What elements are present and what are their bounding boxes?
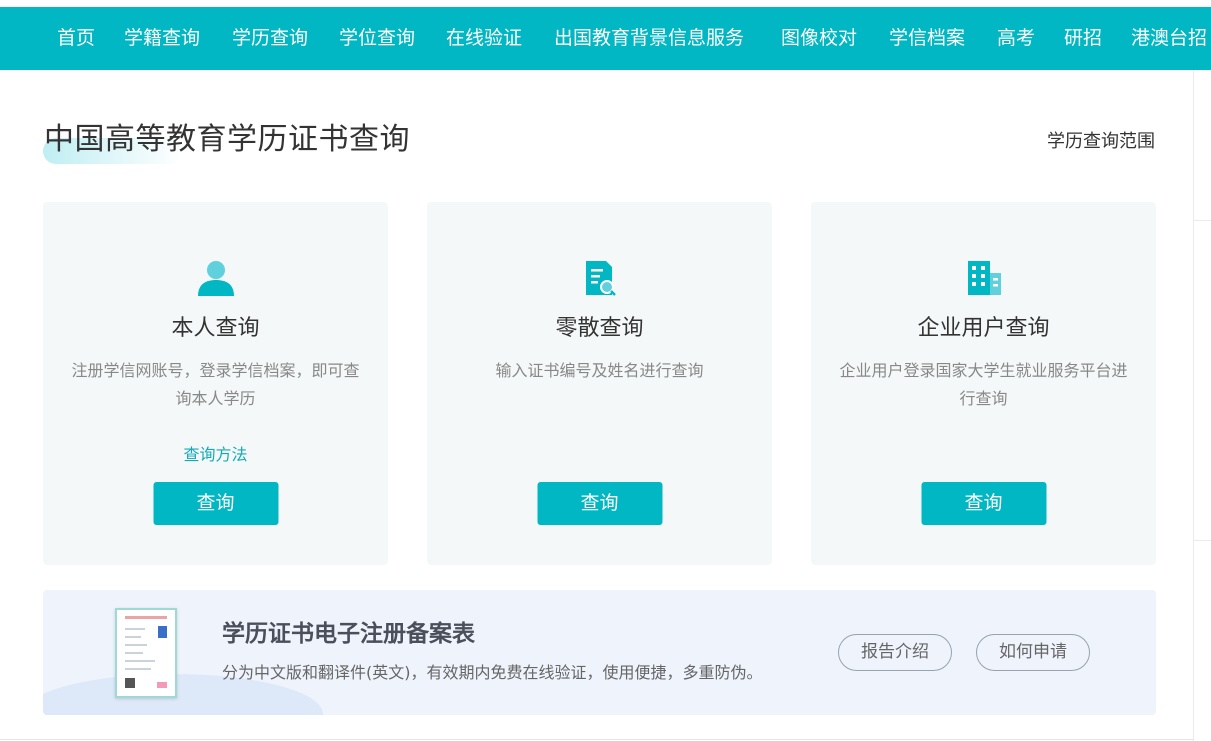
card-single-query: 零散查询 输入证书编号及姓名进行查询 查询 (427, 202, 772, 565)
self-query-button[interactable]: 查询 (153, 482, 278, 525)
banner-description: 分为中文版和翻译件(英文)，有效期内免费在线验证，使用便捷，多重防伪。 (222, 663, 763, 682)
nav-item-overseas-edu[interactable]: 出国教育背景信息服务 (554, 7, 744, 70)
certificate-thumbnail (115, 608, 177, 698)
side-divider (1194, 540, 1211, 541)
nav-item-online-verify[interactable]: 在线验证 (446, 7, 522, 70)
nav-item-student-status[interactable]: 学籍查询 (124, 7, 200, 70)
card-description: 注册学信网账号，登录学信档案，即可查询本人学历 (71, 361, 360, 408)
card-enterprise-query: 企业用户查询 企业用户登录国家大学生就业服务平台进行查询 查询 (811, 202, 1156, 565)
bottom-divider (0, 739, 1193, 740)
nav-item-degree-cert[interactable]: 学历查询 (232, 7, 308, 70)
nav-item-archive[interactable]: 学信档案 (889, 7, 965, 70)
single-query-button[interactable]: 查询 (537, 482, 662, 525)
query-method-link[interactable]: 查询方法 (43, 441, 388, 465)
right-side-panel (1193, 70, 1211, 741)
top-nav-bar: 首页 学籍查询 学历查询 学位查询 在线验证 出国教育背景信息服务 图像校对 学… (0, 7, 1211, 70)
certificate-banner: 学历证书电子注册备案表 分为中文版和翻译件(英文)，有效期内免费在线验证，使用便… (43, 590, 1156, 715)
card-description: 输入证书编号及姓名进行查询 (495, 361, 704, 380)
nav-item-degree[interactable]: 学位查询 (339, 7, 415, 70)
query-range-link[interactable]: 学历查询范围 (1047, 127, 1155, 153)
nav-item-gaokao[interactable]: 高考 (997, 7, 1035, 70)
card-title: 零散查询 (555, 316, 644, 341)
page-title: 中国高等教育学历证书查询 (44, 122, 410, 157)
building-icon (967, 261, 1001, 295)
document-search-icon (585, 261, 616, 296)
nav-item-image-check[interactable]: 图像校对 (781, 7, 857, 70)
person-icon (197, 261, 234, 296)
side-divider (1194, 220, 1211, 221)
enterprise-query-button[interactable]: 查询 (921, 482, 1046, 525)
card-title: 企业用户查询 (917, 316, 1050, 341)
card-self-query: 本人查询 注册学信网账号，登录学信档案，即可查询本人学历 查询方法 查询 (43, 202, 388, 565)
banner-title: 学历证书电子注册备案表 (222, 621, 475, 647)
nav-item-hk-macau-tw[interactable]: 港澳台招 (1131, 7, 1207, 70)
nav-item-postgrad[interactable]: 研招 (1064, 7, 1102, 70)
nav-item-home[interactable]: 首页 (57, 7, 95, 70)
card-description: 企业用户登录国家大学生就业服务平台进行查询 (839, 361, 1128, 408)
card-title: 本人查询 (171, 316, 260, 341)
how-to-apply-button[interactable]: 如何申请 (976, 634, 1090, 671)
report-intro-button[interactable]: 报告介绍 (838, 634, 952, 671)
